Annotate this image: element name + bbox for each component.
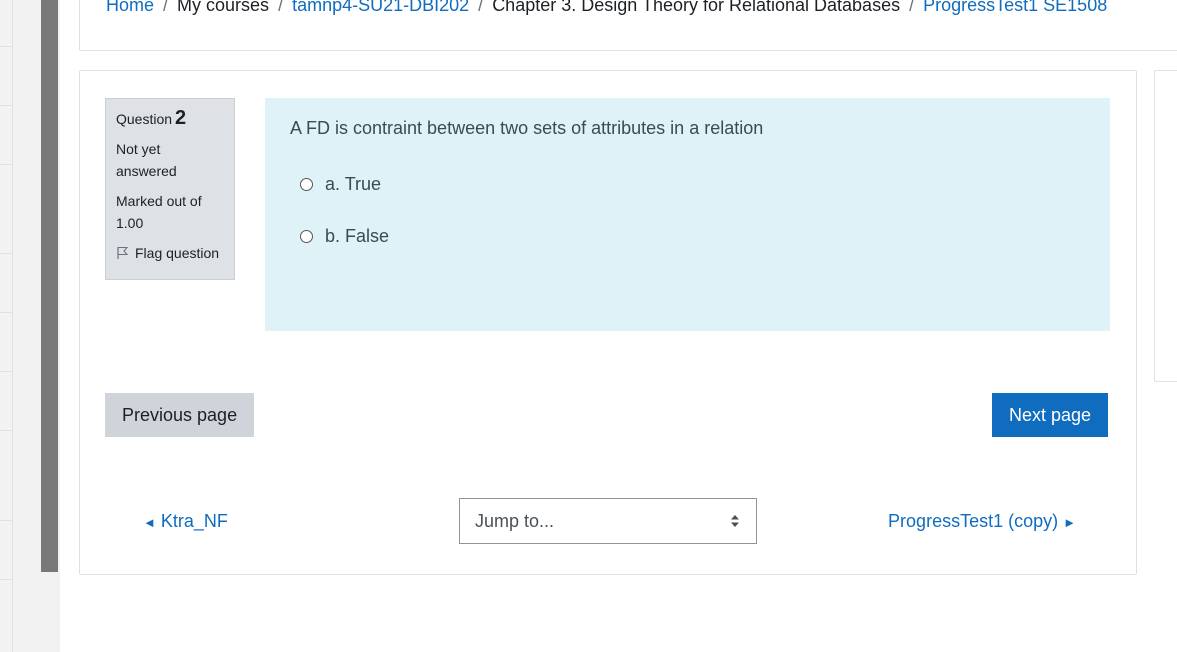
question-grade: Marked out of 1.00 <box>116 190 224 234</box>
question-state-line: Not yet <box>116 141 161 157</box>
next-activity-label: ProgressTest1 (copy) <box>888 511 1059 531</box>
previous-activity-link[interactable]: ◄ Ktra_NF <box>143 511 228 532</box>
breadcrumb-home-link[interactable]: Home <box>106 0 154 15</box>
left-rail-divider <box>0 520 12 521</box>
drawer-scrollbar[interactable] <box>41 0 58 572</box>
left-rail-divider <box>0 164 12 165</box>
question-state-line: answered <box>116 163 177 179</box>
flag-question-label: Flag question <box>135 245 220 261</box>
question-formulation: A FD is contraint between two sets of at… <box>265 98 1110 331</box>
previous-page-button[interactable]: Previous page <box>105 393 255 437</box>
breadcrumb-separator: / <box>909 0 915 15</box>
left-rail-divider <box>0 105 12 106</box>
arrow-left-icon: ◄ <box>143 515 156 530</box>
select-caret-icon <box>731 515 739 527</box>
next-page-button[interactable]: Next page <box>992 393 1109 437</box>
breadcrumb-chapter-link[interactable]: Chapter 3. Design Theory for Relational … <box>492 0 900 15</box>
activity-navigation: ◄ Ktra_NF Jump to... ProgressTest1 (copy… <box>80 498 1136 546</box>
left-rail-divider <box>0 46 12 47</box>
answer-option-a[interactable]: a. True <box>300 174 381 195</box>
quiz-attempt-card: Question 2 Not yet answered Marked out of… <box>79 70 1137 575</box>
question-label: Question <box>116 111 173 127</box>
arrow-right-icon: ► <box>1063 515 1076 530</box>
jump-to-select[interactable]: Jump to... <box>459 498 757 544</box>
breadcrumb-separator: / <box>478 0 484 15</box>
radio-button[interactable] <box>300 178 313 191</box>
breadcrumb-quiz-link[interactable]: ProgressTest1 SE1508 <box>923 0 1107 15</box>
question-text: A FD is contraint between two sets of at… <box>290 118 764 138</box>
left-rail-divider <box>0 371 12 372</box>
previous-activity-label: Ktra_NF <box>160 511 228 531</box>
breadcrumb: Home / My courses / tamnp4-SU21-DBI202 / Chapt… <box>106 0 1107 16</box>
question-info-panel: Question 2 Not yet answered Marked out of… <box>105 98 235 280</box>
left-rail-divider <box>0 312 12 313</box>
question-grade-line: Marked out of <box>116 193 202 209</box>
flag-question-button[interactable]: Flag question <box>116 245 224 261</box>
answer-label: b. False <box>325 226 390 246</box>
breadcrumb-card: Home / My courses / tamnp4-SU21-DBI202 / Chapt… <box>79 0 1177 51</box>
breadcrumb-my-courses-link[interactable]: My courses <box>177 0 269 15</box>
jump-to-value: Jump to... <box>475 510 555 531</box>
question-grade-line: 1.00 <box>116 215 144 231</box>
next-activity-link[interactable]: ProgressTest1 (copy) ► <box>888 511 1076 532</box>
answer-option-b[interactable]: b. False <box>300 226 389 247</box>
right-side-block <box>1154 70 1177 382</box>
question-number-row: Question 2 <box>116 107 224 130</box>
question-state: Not yet answered <box>116 138 224 182</box>
answer-label: a. True <box>325 174 382 194</box>
question-number: 2 <box>175 107 187 129</box>
flag-outline-icon <box>117 246 129 259</box>
left-rail-divider <box>0 579 12 580</box>
left-rail-divider <box>0 253 12 254</box>
breadcrumb-separator: / <box>163 0 169 15</box>
left-rail-divider <box>0 430 12 431</box>
breadcrumb-course-link[interactable]: tamnp4-SU21-DBI202 <box>292 0 469 15</box>
radio-button[interactable] <box>300 230 313 243</box>
left-rail-edge <box>12 0 13 652</box>
breadcrumb-separator: / <box>278 0 284 15</box>
